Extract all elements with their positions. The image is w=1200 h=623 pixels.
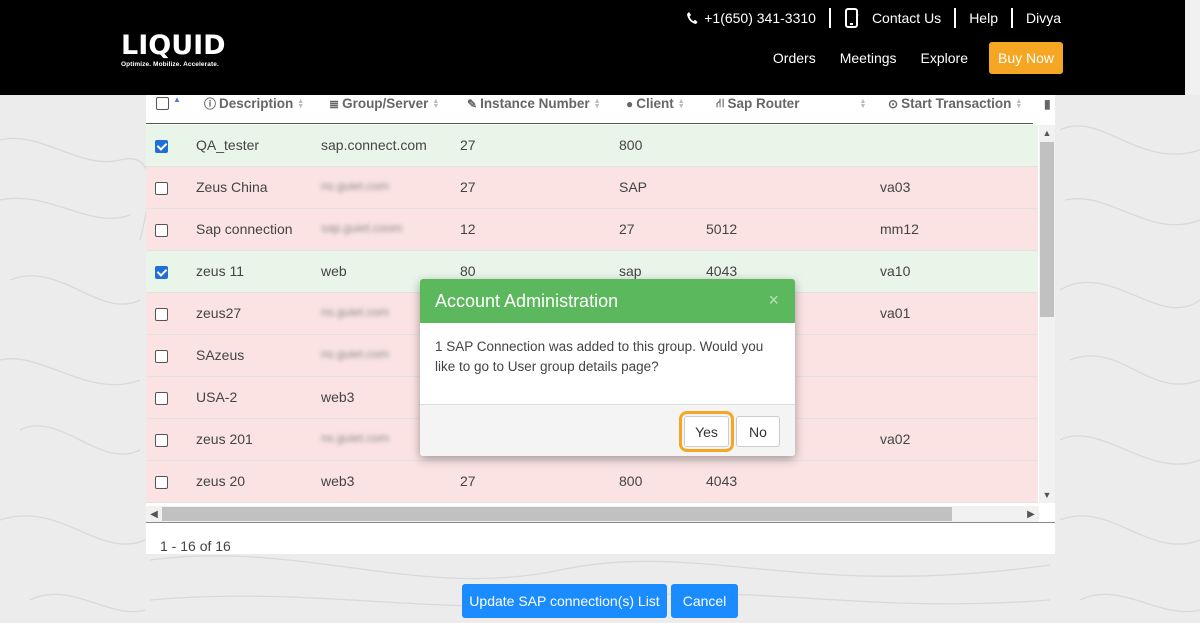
dialog-header: Account Administration × [420,279,795,323]
nav-explore[interactable]: Explore [921,50,968,66]
contact-label: Contact Us [871,10,942,26]
user-menu[interactable]: Divya [1013,8,1061,28]
close-icon[interactable]: × [768,290,779,311]
yes-button[interactable]: Yes [679,411,734,452]
page-scrollbar[interactable] [1185,0,1200,95]
brand-logo[interactable]: LIQUID Optimize. Mobilize. Accelerate. [121,30,226,69]
nav-orders[interactable]: Orders [773,50,816,66]
site-header: LIQUID Optimize. Mobilize. Accelerate. +… [0,0,1185,95]
dialog-title: Account Administration [435,291,619,311]
buy-now-button[interactable]: Buy Now [989,42,1063,74]
mobile-phone-icon [844,8,860,28]
logo-tagline: Optimize. Mobilize. Accelerate. [121,61,219,68]
user-name: Divya [1025,10,1061,26]
nav-meetings[interactable]: Meetings [840,50,897,66]
help-link[interactable]: Help [956,8,1011,28]
logo-text: LIQUID [121,30,226,61]
phone-icon [686,11,698,25]
contact-link[interactable]: Contact Us [831,8,954,28]
phone-number: +1(650) 341-3310 [704,10,816,26]
main-nav: Orders Meetings Explore Buy Now [749,42,1063,74]
top-bar: +1(650) 341-3310 Contact Us Help Divya [673,8,1061,28]
account-admin-dialog: Account Administration × 1 SAP Connectio… [420,279,795,456]
dialog-footer: Yes No [420,405,795,456]
help-label: Help [969,10,998,26]
dialog-message: 1 SAP Connection was added to this group… [420,323,795,405]
no-button[interactable]: No [736,416,780,447]
phone-link[interactable]: +1(650) 341-3310 [673,8,829,28]
